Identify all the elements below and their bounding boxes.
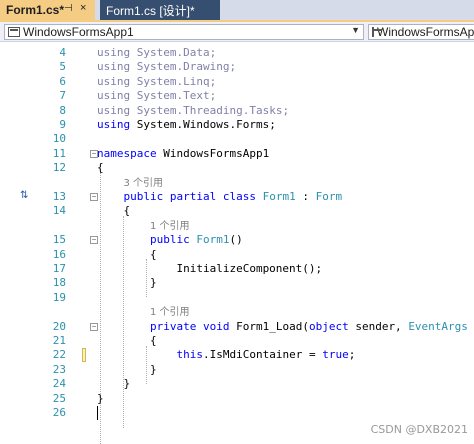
code-line[interactable]: 7 using System.Text; <box>0 89 474 103</box>
code-line[interactable]: 4 using System.Data; <box>0 46 474 60</box>
code-line[interactable]: 22 this.IsMdiContainer = true; <box>0 348 474 362</box>
code-text[interactable]: { <box>97 204 130 218</box>
code-line[interactable]: 26 <box>0 406 474 420</box>
navigation-bar: WindowsFormsApp1 ▼ WindowsFormsApp1 <box>0 22 474 42</box>
tab-form1-designer[interactable]: Form1.cs [设计]* <box>100 0 220 20</box>
code-line[interactable]: 15 public Form1() <box>0 233 474 247</box>
line-number: 22 <box>52 348 66 362</box>
line-number: 12 <box>52 161 66 175</box>
code-line[interactable]: 13 public partial class Form1 : Form <box>0 190 474 204</box>
code-text[interactable]: } <box>97 377 130 391</box>
code-text[interactable]: using System.Drawing; <box>97 60 236 74</box>
code-text[interactable]: { <box>97 334 157 348</box>
project-dropdown[interactable]: WindowsFormsApp1 ▼ <box>4 24 364 40</box>
namespace-icon <box>372 27 382 37</box>
line-number: 17 <box>52 262 66 275</box>
code-text[interactable]: using System.Windows.Forms; <box>97 118 276 132</box>
line-number: 21 <box>52 334 66 347</box>
code-text[interactable]: using System.Linq; <box>97 75 216 89</box>
code-line[interactable]: 24 } <box>0 377 474 391</box>
line-number: 14 <box>52 204 66 218</box>
line-number: 5 <box>59 60 66 74</box>
line-number: 13 <box>52 190 66 203</box>
code-line[interactable]: 5 using System.Drawing; <box>0 60 474 74</box>
tab-form1-cs[interactable]: Form1.cs* ⊣ × <box>0 0 95 20</box>
code-line[interactable]: 3 个引用 <box>0 176 474 190</box>
code-line[interactable]: 17 InitializeComponent(); <box>0 262 474 276</box>
code-text[interactable]: namespace WindowsFormsApp1 <box>97 147 269 161</box>
code-text[interactable]: 3 个引用 <box>97 176 164 191</box>
code-text[interactable]: private void Form1_Load(object sender, E… <box>97 320 474 334</box>
project-icon <box>8 27 20 37</box>
type-dropdown-value: WindowsFormsApp1 <box>377 25 474 39</box>
code-line[interactable]: 11 namespace WindowsFormsApp1 <box>0 147 474 161</box>
code-text[interactable]: InitializeComponent(); <box>97 262 322 276</box>
close-icon[interactable]: × <box>80 2 86 14</box>
code-line[interactable]: 23 } <box>0 363 474 377</box>
collapse-toggle-icon[interactable]: − <box>90 322 98 331</box>
code-text[interactable]: public Form1() <box>97 233 243 247</box>
line-number: 6 <box>59 74 66 88</box>
code-text[interactable]: 1 个引用 <box>97 305 190 320</box>
line-number: 15 <box>52 233 66 247</box>
line-number: 20 <box>52 319 66 333</box>
line-number: 19 <box>52 290 66 304</box>
line-number: 24 <box>52 377 66 391</box>
line-number: 10 <box>52 132 66 146</box>
line-number: 23 <box>52 362 66 376</box>
line-number: 8 <box>59 103 66 117</box>
code-text[interactable]: } <box>97 363 157 377</box>
code-line[interactable]: 14 { <box>0 204 474 218</box>
line-number: 9 <box>59 118 66 131</box>
code-line[interactable]: 25} <box>0 392 474 406</box>
code-line[interactable]: 6 using System.Linq; <box>0 75 474 89</box>
code-text[interactable]: using System.Data; <box>97 46 216 60</box>
line-number: 11 <box>52 146 66 160</box>
tab-label: Form1.cs* <box>6 3 65 17</box>
line-number: 25 <box>52 391 66 405</box>
code-line[interactable]: 10 <box>0 132 474 146</box>
code-line[interactable]: 21 { <box>0 334 474 348</box>
tab-label: Form1.cs [设计]* <box>106 3 195 18</box>
code-line[interactable]: 19 <box>0 291 474 305</box>
code-line[interactable]: 12 { <box>0 161 474 175</box>
code-text[interactable]: } <box>97 392 104 406</box>
code-text[interactable]: using System.Threading.Tasks; <box>97 104 289 118</box>
code-line[interactable]: 9 using System.Windows.Forms; <box>0 118 474 132</box>
code-line[interactable]: 8 using System.Threading.Tasks; <box>0 104 474 118</box>
code-text[interactable]: using System.Text; <box>97 89 216 103</box>
code-text[interactable]: public partial class Form1 : Form <box>97 190 343 204</box>
chevron-down-icon: ▼ <box>351 25 360 35</box>
line-number: 26 <box>52 406 66 419</box>
code-line[interactable]: 1 个引用 <box>0 305 474 319</box>
document-tab-strip: Form1.cs* ⊣ × Form1.cs [设计]* <box>0 0 474 22</box>
code-editor[interactable]: ⇅ CSDN @DXB2021 4 using System.Data; 5 usin… <box>0 42 474 444</box>
code-text[interactable]: 1 个引用 <box>97 219 190 234</box>
code-line[interactable]: 18 } <box>0 276 474 290</box>
line-number: 4 <box>59 46 66 59</box>
code-line[interactable]: 1 个引用 <box>0 219 474 233</box>
collapse-toggle-icon[interactable]: − <box>90 193 98 201</box>
collapse-toggle-icon[interactable]: − <box>90 149 98 158</box>
collapse-toggle-icon[interactable]: − <box>90 236 98 245</box>
change-marker <box>82 348 86 363</box>
code-text[interactable]: this.IsMdiContainer = true; <box>97 348 355 362</box>
watermark: CSDN @DXB2021 <box>370 423 468 436</box>
code-line[interactable]: 20 private void Form1_Load(object sender… <box>0 320 474 334</box>
line-number: 7 <box>59 89 66 103</box>
line-number: 18 <box>52 276 66 290</box>
pin-icon[interactable]: ⊣ <box>64 3 73 14</box>
code-line[interactable]: 16 { <box>0 248 474 262</box>
code-text[interactable]: } <box>97 276 157 290</box>
code-text[interactable]: { <box>97 248 157 262</box>
text-cursor <box>97 406 98 420</box>
line-number: 16 <box>52 247 66 261</box>
code-text[interactable]: { <box>97 161 104 175</box>
project-dropdown-value: WindowsFormsApp1 <box>23 25 134 39</box>
type-dropdown[interactable]: WindowsFormsApp1 <box>368 24 474 40</box>
